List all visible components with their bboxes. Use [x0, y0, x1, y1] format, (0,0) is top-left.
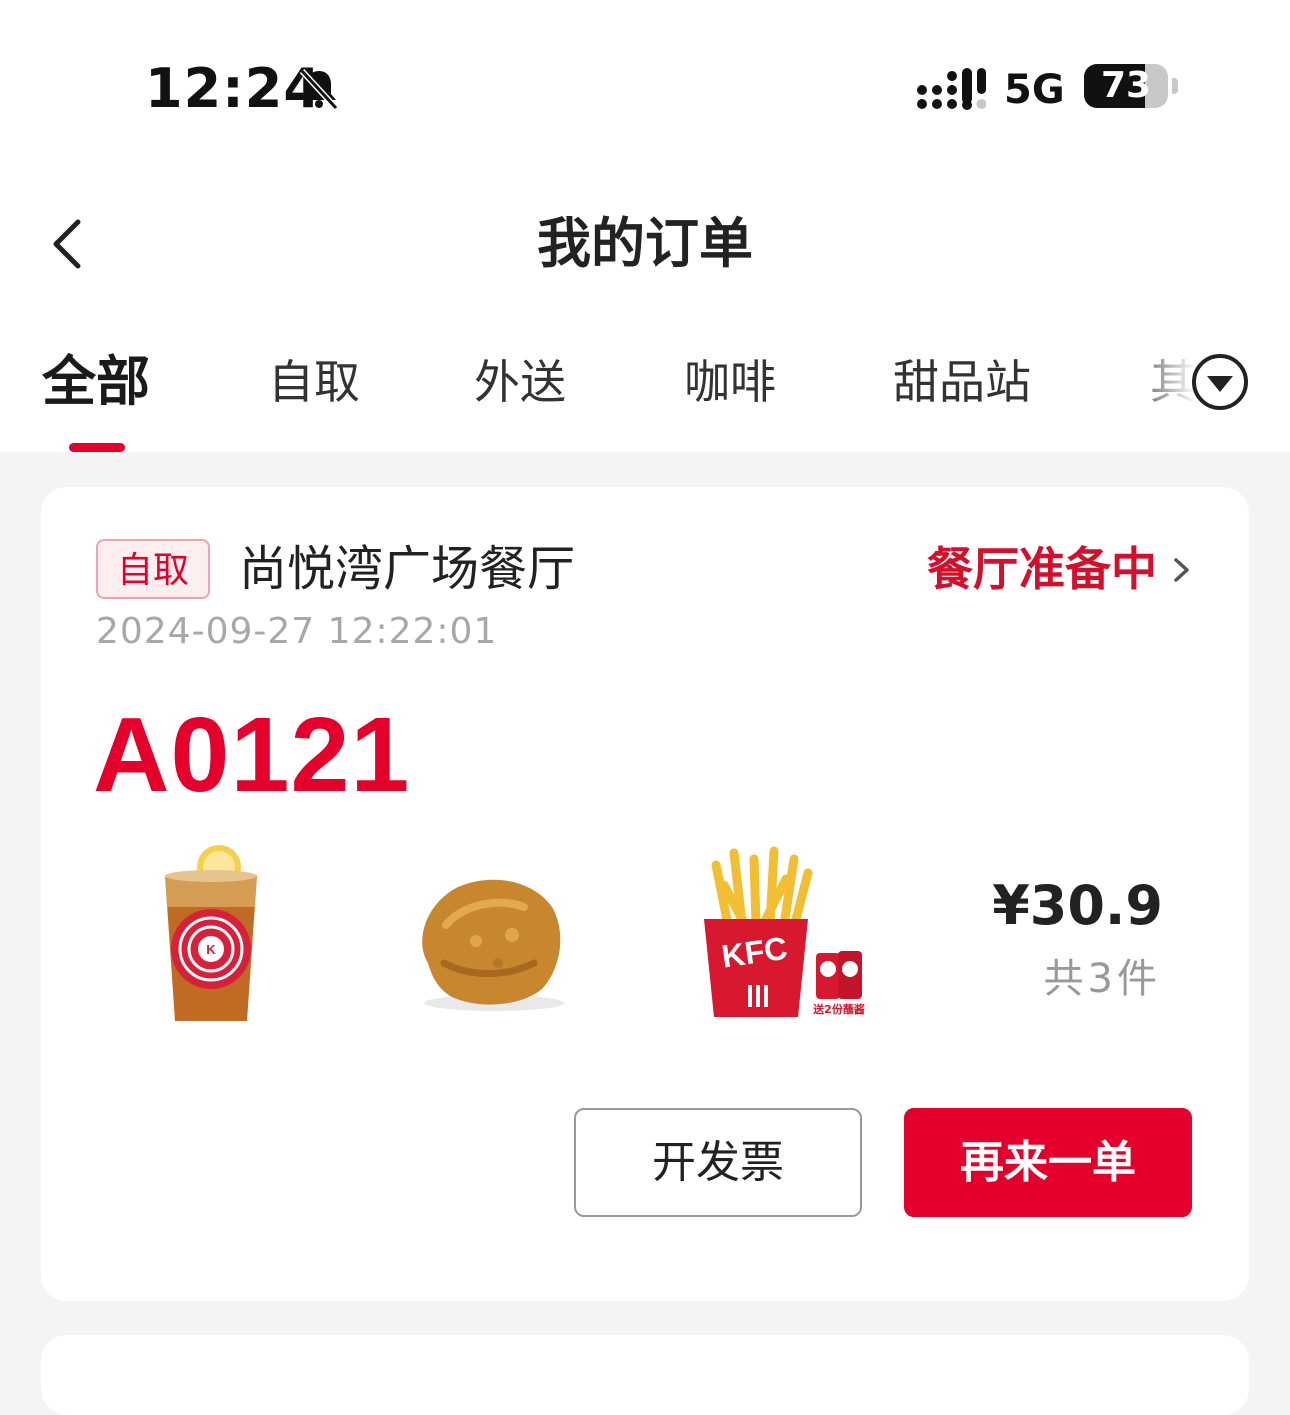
store-name: 尚悦湾广场餐厅: [239, 541, 576, 597]
svg-text:K: K: [206, 942, 216, 957]
dropdown-circle-icon[interactable]: [1190, 352, 1250, 412]
order-time: 2024-09-27 12:22:01: [96, 611, 498, 652]
tab-pickup[interactable]: 自取: [268, 346, 360, 418]
chevron-right-icon[interactable]: [1171, 555, 1193, 585]
lemon-tea-image: K: [165, 845, 257, 1021]
item-count: 共3件: [1043, 956, 1161, 1002]
tab-all[interactable]: 全部: [42, 346, 150, 418]
fried-chicken-image: [422, 879, 564, 1011]
fries-image: KFC 送2份蘸酱: [704, 846, 865, 1017]
page-title: 我的订单: [537, 212, 753, 275]
bell-slash-icon: [299, 68, 339, 111]
signal-icon: [917, 68, 986, 110]
tab-delivery[interactable]: 外送: [474, 346, 566, 418]
reorder-button[interactable]: 再来一单: [904, 1108, 1192, 1217]
pickup-number: A0121: [93, 696, 411, 814]
tab-coffee[interactable]: 咖啡: [684, 346, 776, 418]
order-status[interactable]: 餐厅准备中: [927, 537, 1157, 601]
tab-dessert[interactable]: 甜品站: [893, 346, 1031, 418]
network-type: 5G: [1004, 67, 1065, 113]
invoice-button[interactable]: 开发票: [574, 1108, 862, 1217]
order-type-badge: 自取: [96, 539, 210, 599]
next-order-card[interactable]: [41, 1335, 1249, 1415]
battery-level: 73: [1100, 65, 1152, 106]
battery-icon: 73: [1084, 64, 1180, 110]
fries-tag: 送2份蘸酱: [812, 1002, 865, 1016]
order-price: ¥30.9: [992, 874, 1163, 937]
order-card[interactable]: 自取 尚悦湾广场餐厅 餐厅准备中 2024-09-27 12:22:01 A01…: [41, 487, 1249, 1301]
tab-active-indicator: [69, 443, 125, 452]
